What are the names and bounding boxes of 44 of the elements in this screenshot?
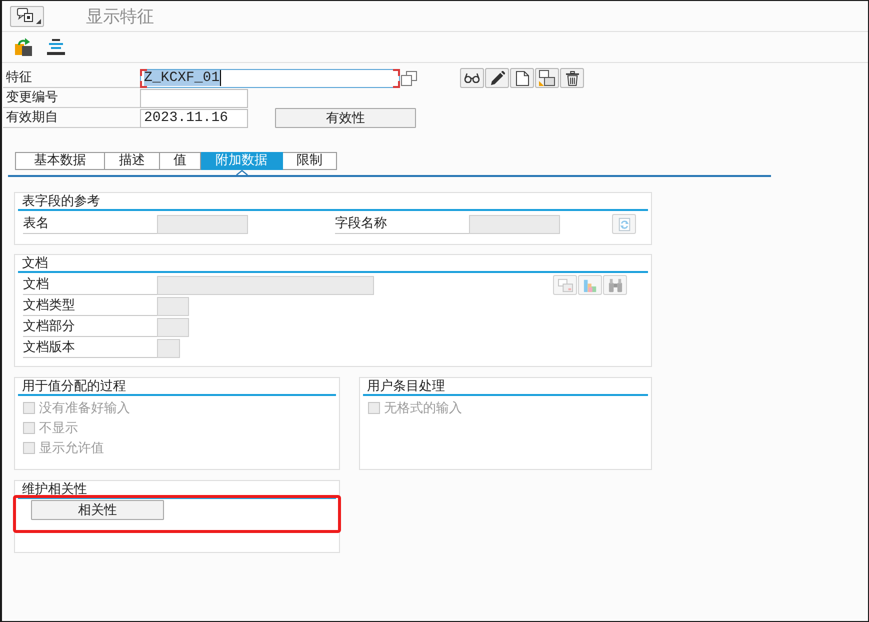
group-title: 文档 <box>21 255 48 271</box>
glasses-icon <box>464 73 480 83</box>
field-label: 特征 <box>3 68 140 88</box>
toolbar-button[interactable] <box>485 68 509 88</box>
page-icon <box>516 70 528 86</box>
pencil-icon <box>490 70 504 86</box>
dependency-button[interactable]: 相关性 <box>31 500 164 520</box>
icon-button[interactable] <box>612 214 636 234</box>
checkbox-label: 不显示 <box>39 420 78 437</box>
caret-icon <box>36 18 41 24</box>
toolbar-button[interactable] <box>535 68 559 88</box>
icon-button[interactable] <box>603 275 627 295</box>
bar-chart-icon <box>582 278 598 292</box>
group-title: 用户条目处理 <box>366 378 445 394</box>
input-field[interactable] <box>140 88 248 108</box>
list-lines-icon[interactable] <box>47 39 65 55</box>
icon-button[interactable] <box>578 275 602 295</box>
icon-button[interactable] <box>553 275 577 295</box>
windows-icon <box>539 70 555 86</box>
tab[interactable]: 限制 <box>283 152 337 170</box>
group-title: 维护相关性 <box>21 481 87 497</box>
group-title: 用于值分配的过程 <box>21 378 126 394</box>
trash-icon <box>566 70 578 86</box>
tab[interactable]: 基本数据 <box>15 152 105 170</box>
binoculars-icon <box>608 278 622 292</box>
refresh-icon <box>616 216 632 232</box>
checkbox-label: 无格式的输入 <box>384 400 462 417</box>
checkbox-label: 显示允许值 <box>39 440 104 457</box>
menu-icon <box>17 8 33 22</box>
checkbox-label: 没有准备好输入 <box>39 400 130 417</box>
input-field[interactable]: Z_KCXF_01 <box>140 68 400 88</box>
input-field[interactable]: 2023.11.16 <box>140 108 248 128</box>
overlap-squares-icon[interactable] <box>401 70 417 86</box>
toolbar-button[interactable] <box>510 68 534 88</box>
box-arrow-icon[interactable] <box>14 38 34 56</box>
menu-button[interactable] <box>10 6 44 26</box>
tab[interactable]: 值 <box>160 152 201 170</box>
window-title: 显示特征 <box>86 6 154 28</box>
toolbar-button[interactable] <box>460 68 484 88</box>
tab[interactable]: 描述 <box>105 152 160 170</box>
validity-button[interactable]: 有效性 <box>275 108 416 128</box>
windows-icon <box>558 278 572 292</box>
group-title: 表字段的参考 <box>21 193 100 209</box>
toolbar-button[interactable] <box>560 68 584 88</box>
